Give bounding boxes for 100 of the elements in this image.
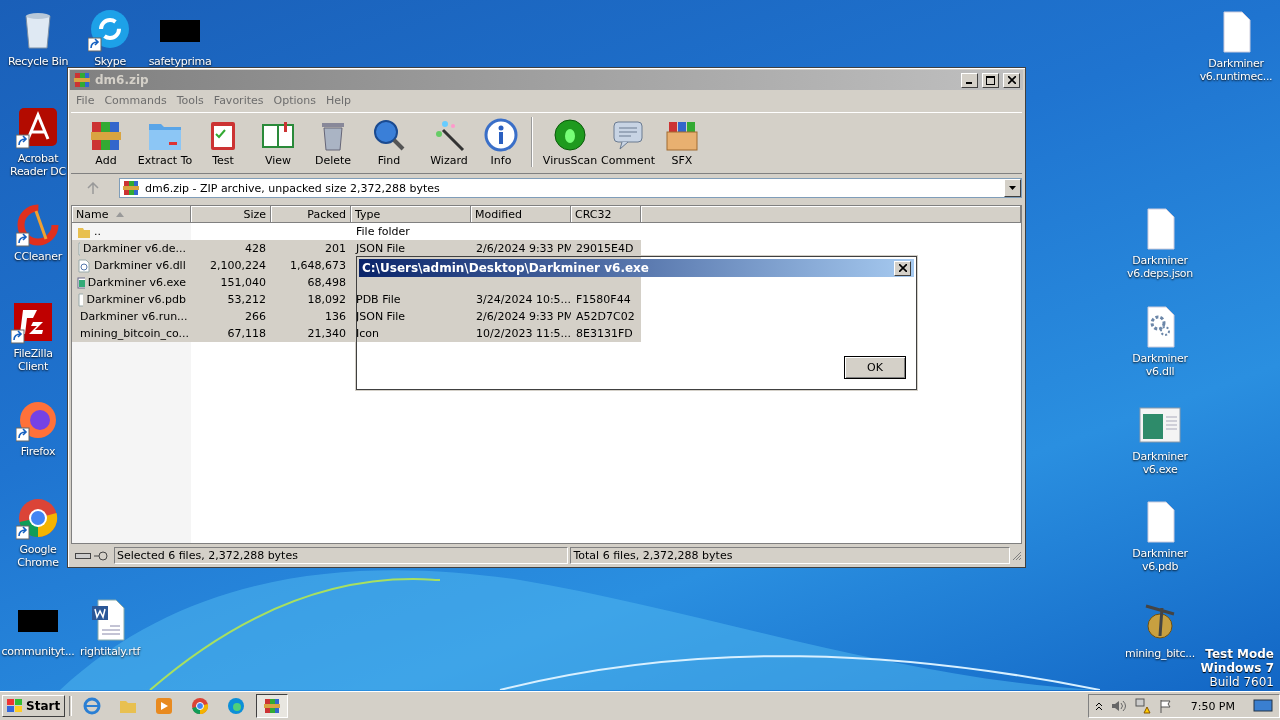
status-text: Total 6 files, 2,372,288 bytes [570,547,1011,564]
start-button[interactable]: Start [2,695,66,717]
app-window-icon [77,275,85,290]
toolbar-button[interactable]: Delete [311,118,355,173]
close-icon [1007,76,1016,84]
desktop-icon-label: communityt... [1,645,75,658]
menu-item[interactable]: Favorites [209,93,270,107]
maximize-icon [986,75,995,85]
toolbar-button[interactable]: Wizard [423,118,475,173]
archive-books-icon [263,697,282,715]
column-header[interactable]: Size [191,206,271,223]
status-text: Selected 6 files, 2,372,288 bytes [114,547,569,564]
taskbar-app[interactable] [256,694,289,718]
archive-books-icon [73,71,91,89]
desktop-icon-label: Google Chrome [16,543,60,569]
show-desktop-icon[interactable] [1253,698,1273,714]
table-cell: 10/2/2023 11:5... [476,327,572,340]
toolbar-button[interactable]: Extract To [129,118,201,173]
file-row[interactable]: .. File folder [72,223,641,240]
close-button[interactable] [1003,72,1020,88]
toolbar-button[interactable]: Info [475,118,527,173]
table-cell: 21,340 [307,327,346,340]
search-icon [371,118,407,152]
up-arrow-icon [87,182,99,194]
windows-logo-icon [7,699,23,713]
drive-icon [75,551,91,560]
desktop-icon[interactable] [16,203,60,247]
column-header[interactable]: Modified [471,206,571,223]
toolbar-button[interactable]: View [245,118,311,173]
table-cell: 2,100,224 [210,259,266,272]
chevron-up-icon[interactable] [1094,701,1103,711]
internet-explorer-icon [83,697,102,715]
table-cell: File folder [356,225,410,238]
os-notice-text: Windows 7 [1200,661,1274,675]
table-cell: A52D7C02 [576,310,635,323]
window-title: dm6.zip [95,73,150,87]
table-cell: 18,092 [307,293,346,306]
info-icon [483,118,519,152]
desktop-icon-label: mining_bitc... [1125,647,1195,660]
desktop-icon-label: rightitaly.rtf [80,645,140,658]
toolbar-button[interactable]: Comment [603,118,653,173]
speaker-icon[interactable] [1110,699,1127,713]
file-icon [77,292,84,307]
bug-icon [552,118,588,152]
table-cell: 67,118 [227,327,266,340]
table-cell: Darkminer v6.run... [72,308,191,325]
resize-grip-icon [1012,550,1022,561]
column-header[interactable]: CRC32 [571,206,641,223]
file-row[interactable]: Darkminer v6.pdb 53,212 18,092 PDB File 3/24/2024 10:5... F1580F44 [72,291,641,308]
desktop-icon[interactable] [16,105,60,149]
table-cell: .. [72,223,191,240]
dropdown-button[interactable] [1004,179,1021,197]
toolbar-button[interactable]: Find [355,118,423,173]
toolbar-button[interactable]: Add [83,118,129,173]
table-cell: 136 [325,310,346,323]
desktop-icon-label: Skype [94,55,126,68]
flag-icon[interactable] [1158,699,1173,713]
key-icon [94,550,108,561]
menu-item[interactable]: Options [269,93,322,107]
table-cell: 68,498 [307,276,346,289]
maximize-button[interactable] [982,72,999,88]
desktop-icon-label: Darkminer v6.exe [1131,450,1189,476]
desktop-icon[interactable] [88,8,132,52]
table-cell: Darkminer v6.dll [72,257,191,274]
close-button[interactable] [894,260,911,276]
table-cell: 428 [245,242,266,255]
minimize-button[interactable] [961,72,978,88]
menu-item[interactable]: File [72,93,101,107]
table-cell: 151,040 [220,276,266,289]
caret-icon [1009,186,1016,190]
table-cell: Icon [356,327,379,340]
media-player-icon [155,697,174,715]
address-field[interactable]: dm6.zip - ZIP archive, unpacked size 2,372,288 bytes [119,178,1022,198]
table-cell: JSON File [356,242,406,255]
clock[interactable]: 7:50 PM [1180,699,1245,713]
column-header[interactable]: Type [351,206,471,223]
desktop-icon[interactable] [16,496,60,540]
table-cell: F1580F44 [576,293,631,306]
table-cell: 53,212 [227,293,266,306]
ok-button[interactable]: OK [844,356,906,379]
file-row[interactable]: mining_bitcoin_co... 67,118 21,340 Icon 10/2/2023 11:5... 8E3131FD [72,325,641,342]
desktop-icon-label: Darkminer v6.dll [1131,352,1189,378]
table-cell: Darkminer v6.pdb [72,291,191,308]
toolbar-button[interactable]: Test [201,118,245,173]
column-header[interactable]: Packed [271,206,351,223]
desktop-icon[interactable] [11,300,55,344]
desktop-icon-label: Recycle Bin [7,55,69,68]
edge-icon [227,697,246,715]
table-cell: mining_bitcoin_co... [72,325,191,342]
table-cell: 3/24/2024 10:5... [476,293,572,306]
desktop-icon-label: safetyprima [148,55,212,68]
gear-file-icon [77,258,91,273]
table-cell: PDB File [356,293,401,306]
column-header[interactable]: Name [72,206,191,223]
table-cell: 8E3131FD [576,327,633,340]
table-cell: JSON File [356,310,406,323]
file-row[interactable]: Darkminer v6.exe 151,040 68,498 [72,274,641,291]
table-cell: 1,648,673 [290,259,346,272]
network-warning-icon[interactable] [1134,698,1151,714]
desktop-icon-label: Darkminer v6.pdb [1131,547,1189,573]
